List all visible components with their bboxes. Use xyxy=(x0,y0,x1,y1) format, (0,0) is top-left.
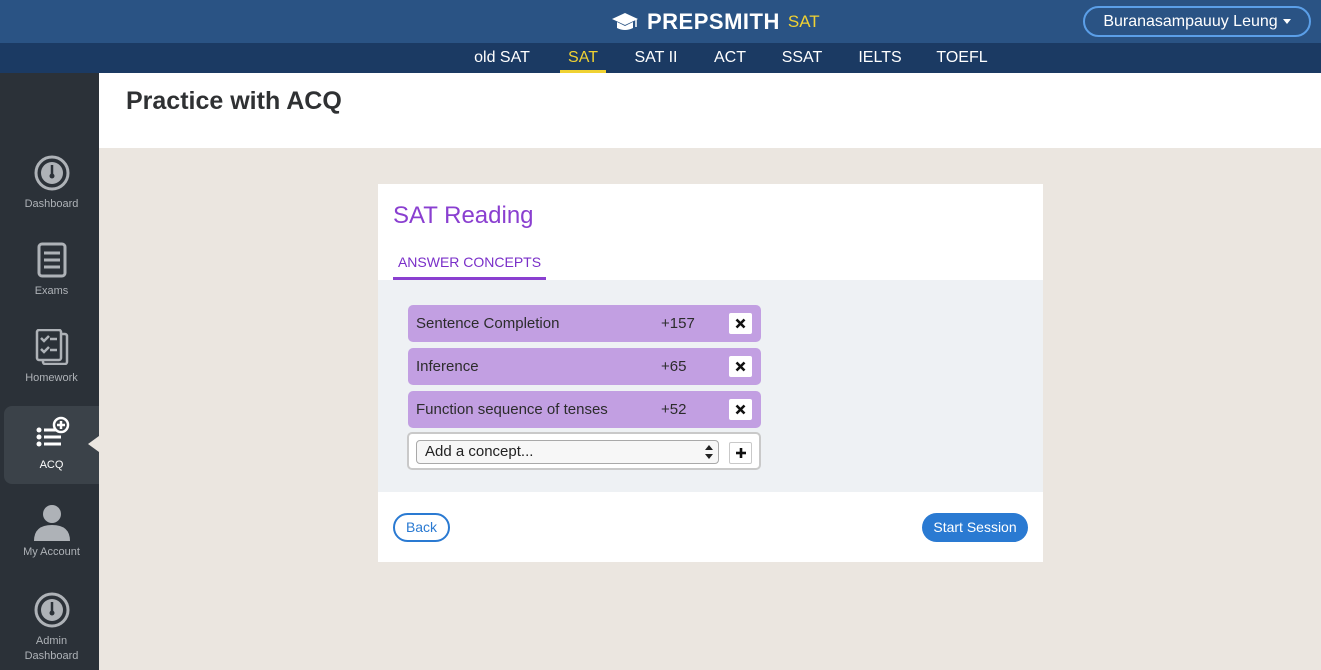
sidebar-item-label: Homework xyxy=(25,372,78,384)
sidebar-item-label: Admin Dashboard xyxy=(24,635,79,662)
tab-ssat[interactable]: SSAT xyxy=(777,43,827,73)
gauge-icon xyxy=(34,592,69,628)
tab-toefl[interactable]: TOEFL xyxy=(932,43,992,73)
sidebar-item-label: Dashboard xyxy=(24,198,79,210)
concept-item: Sentence Completion +157 xyxy=(408,305,761,342)
sidebar-item-my-account[interactable]: My Account xyxy=(4,503,99,581)
close-icon xyxy=(735,361,746,372)
user-menu-button[interactable]: Buranasampauuy Leung xyxy=(1083,6,1311,37)
add-concept-button[interactable] xyxy=(729,442,752,464)
concept-name: Function sequence of tenses xyxy=(416,401,608,418)
add-concept-selected: Add a concept... xyxy=(425,443,534,460)
sidebar-item-admin-dashboard[interactable]: Admin Dashboard xyxy=(4,592,99,670)
remove-concept-button[interactable] xyxy=(729,399,752,420)
remove-concept-button[interactable] xyxy=(729,356,752,377)
tab-sat-ii[interactable]: SAT II xyxy=(628,43,684,73)
remove-concept-button[interactable] xyxy=(729,313,752,334)
back-button[interactable]: Back xyxy=(393,513,450,542)
plus-icon xyxy=(735,448,746,458)
concept-value: +52 xyxy=(661,401,687,418)
user-name: Buranasampauuy Leung xyxy=(1103,12,1278,30)
homework-checklist-icon xyxy=(35,329,68,365)
close-icon xyxy=(735,404,746,415)
tab-ielts[interactable]: IELTS xyxy=(852,43,908,73)
card-title: SAT Reading xyxy=(393,202,534,229)
sidebar-item-label: ACQ xyxy=(39,459,64,471)
sidebar-item-label: My Account xyxy=(23,546,80,558)
concept-panel: Sentence Completion +157 Inference +65 F… xyxy=(378,280,1043,492)
add-concept-select[interactable]: Add a concept... xyxy=(416,440,719,464)
page-title: Practice with ACQ xyxy=(126,87,342,115)
user-icon xyxy=(33,505,70,541)
add-concept-row: Add a concept... xyxy=(407,432,761,470)
tab-answer-concepts[interactable]: ANSWER CONCEPTS xyxy=(393,254,546,280)
sidebar-item-exams[interactable]: Exams xyxy=(4,242,99,320)
gauge-icon xyxy=(34,155,69,191)
page-header: Practice with ACQ xyxy=(99,73,1321,148)
start-session-button[interactable]: Start Session xyxy=(922,513,1028,542)
brand-logo[interactable]: PREPSMITH SAT xyxy=(611,8,820,36)
brand-name: PREPSMITH xyxy=(647,9,780,34)
sidebar-item-label: Exams xyxy=(34,285,69,297)
concept-item: Function sequence of tenses +52 xyxy=(408,391,761,428)
concept-item: Inference +65 xyxy=(408,348,761,385)
graduation-cap-icon xyxy=(612,13,638,30)
acq-card: SAT Reading ANSWER CONCEPTS Sentence Com… xyxy=(378,184,1043,562)
list-add-icon xyxy=(36,416,69,447)
exam-nav: old SAT SAT SAT II ACT SSAT IELTS TOEFL xyxy=(0,43,1321,73)
concept-value: +157 xyxy=(661,315,695,332)
sidebar-item-acq[interactable]: ACQ xyxy=(4,406,99,484)
concept-name: Sentence Completion xyxy=(416,315,560,332)
sidebar-item-homework[interactable]: Homework xyxy=(4,329,99,407)
sidebar-item-dashboard[interactable]: Dashboard xyxy=(4,155,99,233)
close-icon xyxy=(735,318,746,329)
active-pointer xyxy=(88,436,99,452)
tab-sat[interactable]: SAT xyxy=(560,43,606,73)
caret-down-icon xyxy=(1282,19,1291,24)
sidebar: Dashboard Exams Homework ACQ My Account … xyxy=(0,73,99,670)
tab-old-sat[interactable]: old SAT xyxy=(467,43,537,73)
brand-sub: SAT xyxy=(787,12,820,31)
concept-name: Inference xyxy=(416,358,479,375)
exam-list-icon xyxy=(37,242,66,278)
top-bar: PREPSMITH SAT Buranasampauuy Leung xyxy=(0,0,1321,43)
select-arrows-icon xyxy=(705,445,713,459)
tab-act[interactable]: ACT xyxy=(708,43,752,73)
concept-value: +65 xyxy=(661,358,687,375)
